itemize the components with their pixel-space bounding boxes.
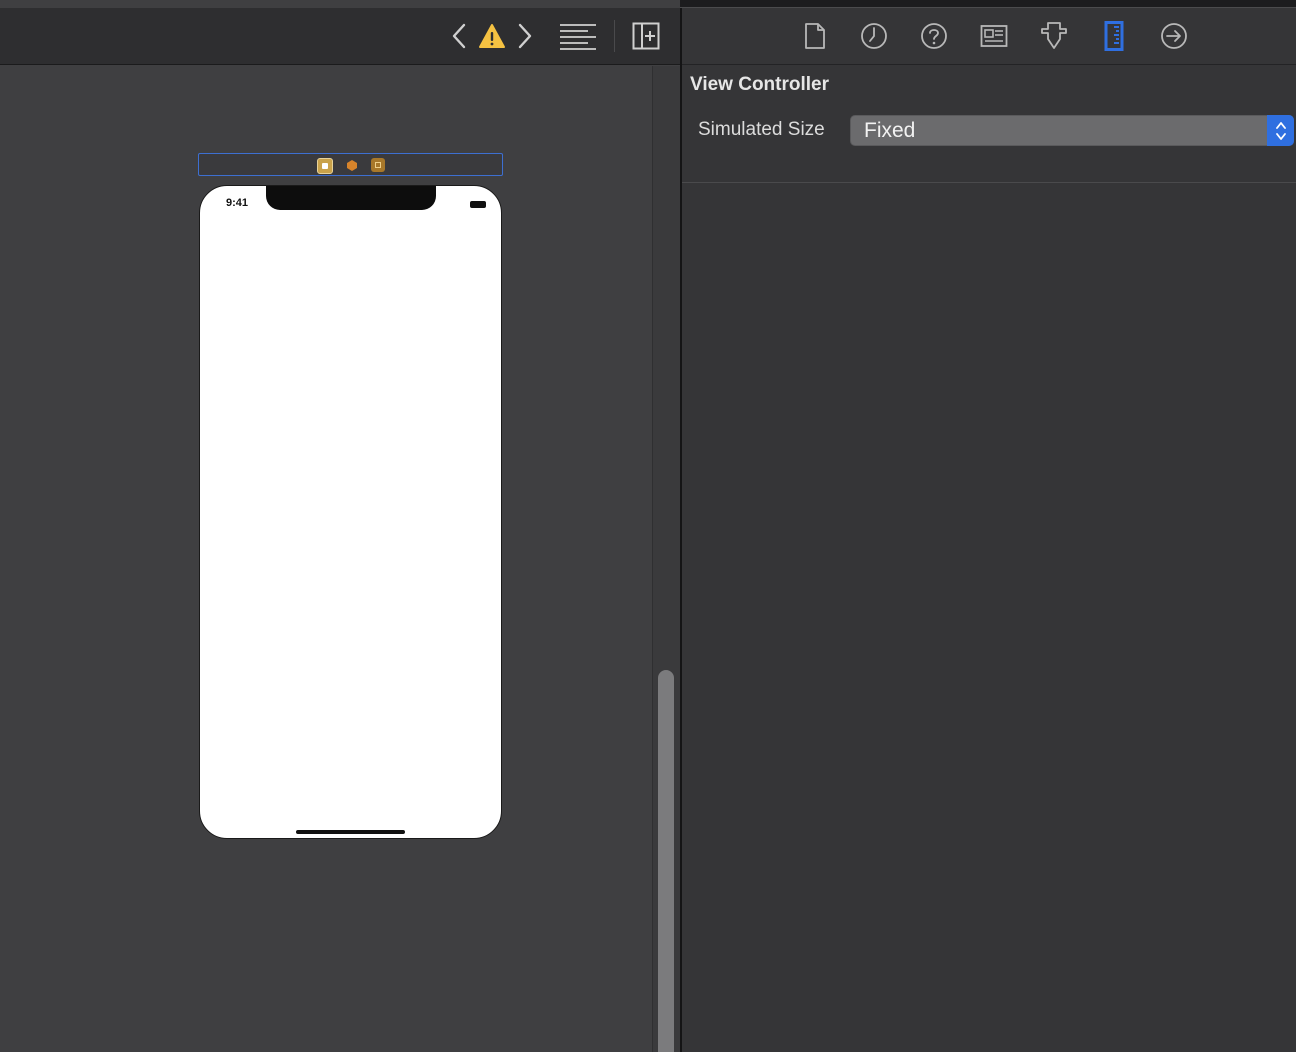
iphone-view-controller-scene[interactable]: 9:41: [199, 185, 502, 839]
related-items-icon[interactable]: [556, 18, 600, 54]
home-indicator: [296, 830, 405, 834]
identity-inspector-icon[interactable]: [978, 20, 1010, 52]
simulated-size-value: Fixed: [864, 119, 916, 142]
back-chevron-icon[interactable]: [446, 18, 472, 54]
scene-dock[interactable]: [198, 153, 503, 176]
history-inspector-icon[interactable]: [858, 20, 890, 52]
toolbar-separator: [614, 20, 615, 52]
connections-inspector-icon[interactable]: [1158, 20, 1190, 52]
popup-chevron-icon: [1267, 115, 1294, 146]
warning-icon[interactable]: [476, 18, 508, 54]
section-title: View Controller: [690, 74, 830, 95]
inspector-panel: View Controller Simulated Size Fixed: [682, 8, 1296, 1052]
simulated-size-label: Simulated Size: [698, 119, 825, 140]
device-notch: [266, 186, 436, 210]
storyboard-canvas[interactable]: 9:41: [0, 0, 680, 1052]
battery-icon: [470, 201, 486, 208]
inspector-tab-bar: [682, 8, 1296, 65]
exit-icon[interactable]: [371, 158, 385, 172]
first-responder-icon[interactable]: [345, 158, 359, 172]
canvas-scrollbar-thumb[interactable]: [658, 670, 674, 1052]
section-divider: [682, 182, 1296, 183]
status-bar-time: 9:41: [226, 197, 249, 209]
attributes-inspector-icon[interactable]: [1038, 20, 1070, 52]
file-inspector-icon[interactable]: [799, 20, 831, 52]
editor-jump-bar: [0, 8, 680, 65]
simulated-size-popup[interactable]: Fixed: [850, 115, 1294, 146]
size-inspector-icon[interactable]: [1098, 20, 1130, 52]
forward-chevron-icon[interactable]: [512, 18, 538, 54]
view-controller-icon[interactable]: [317, 158, 333, 174]
quick-help-inspector-icon[interactable]: [918, 20, 950, 52]
add-editor-icon[interactable]: [630, 18, 662, 54]
